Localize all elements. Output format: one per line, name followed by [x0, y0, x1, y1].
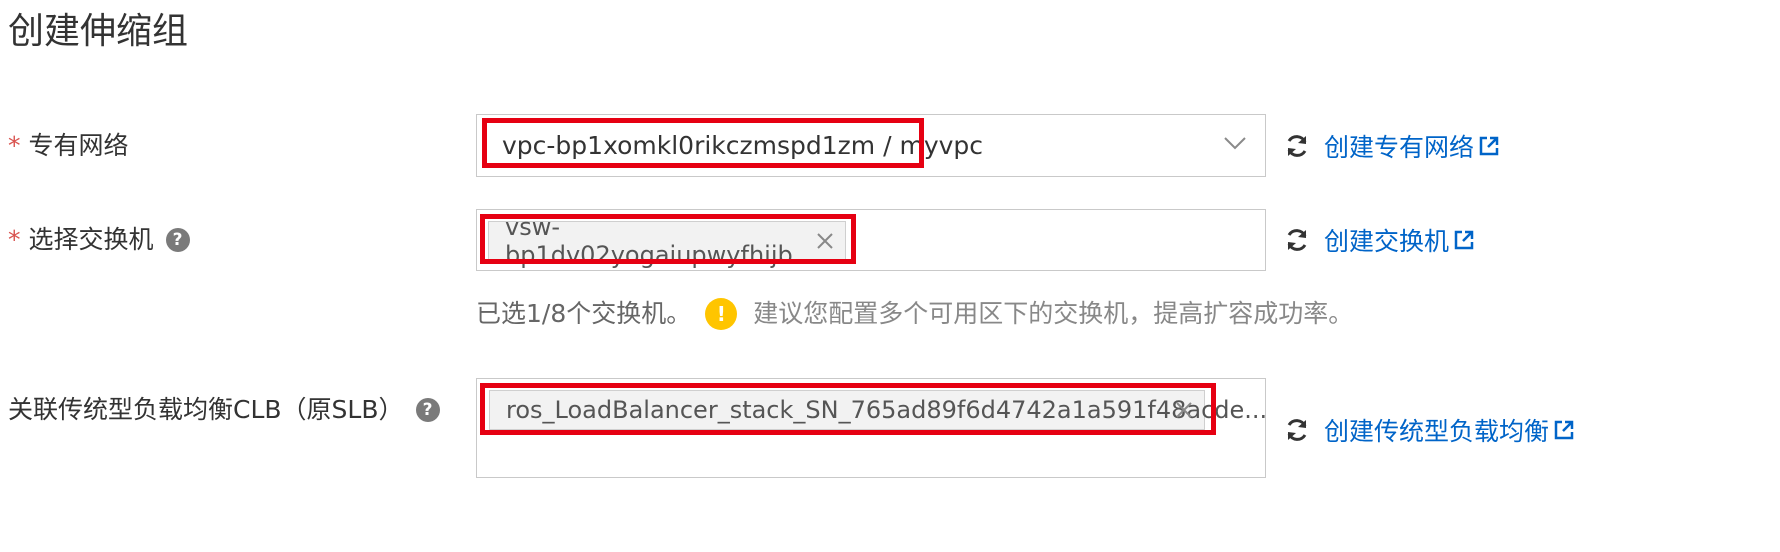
create-clb-label[interactable]: 创建传统型负载均衡 [1324, 412, 1549, 448]
required-mark: * [8, 225, 21, 254]
create-vswitch-label[interactable]: 创建交换机 [1324, 222, 1449, 258]
vswitch-hint: 已选1/8个交换机。 ! 建议您配置多个可用区下的交换机，提高扩容成功率。 [476, 296, 1353, 332]
create-clb-link[interactable]: 创建传统型负载均衡 [1284, 412, 1575, 448]
help-icon[interactable]: ? [415, 398, 440, 422]
clb-highlight-box [480, 383, 1216, 435]
help-icon[interactable]: ? [165, 228, 190, 252]
create-vswitch-link[interactable]: 创建交换机 [1284, 222, 1475, 258]
refresh-icon[interactable] [1284, 133, 1310, 159]
vpc-label-row: * 专有网络 [8, 128, 129, 164]
vswitch-selected-count: 已选1/8个交换机。 [476, 299, 692, 328]
warning-icon: ! [705, 298, 738, 330]
chevron-down-icon[interactable] [1222, 130, 1248, 156]
refresh-icon[interactable] [1284, 417, 1310, 443]
external-link-icon [1454, 230, 1474, 250]
required-mark: * [8, 131, 21, 160]
refresh-icon[interactable] [1284, 227, 1310, 253]
vpc-label: 专有网络 [28, 131, 129, 160]
external-link-icon [1554, 420, 1574, 440]
page-title: 创建伸缩组 [8, 11, 189, 52]
create-vpc-label[interactable]: 创建专有网络 [1324, 128, 1474, 164]
vswitch-label-row: * 选择交换机 ? [8, 222, 190, 258]
vswitch-highlight-box [480, 214, 856, 264]
vswitch-label: 选择交换机 [28, 225, 154, 254]
vpc-highlight-box [482, 118, 924, 168]
clb-label-row: 关联传统型负载均衡CLB（原SLB） ? [8, 392, 440, 428]
clb-label: 关联传统型负载均衡CLB（原SLB） [8, 395, 404, 424]
external-link-icon [1479, 136, 1499, 156]
create-vpc-link[interactable]: 创建专有网络 [1284, 128, 1500, 164]
vswitch-hint-text: 建议您配置多个可用区下的交换机，提高扩容成功率。 [753, 299, 1354, 328]
